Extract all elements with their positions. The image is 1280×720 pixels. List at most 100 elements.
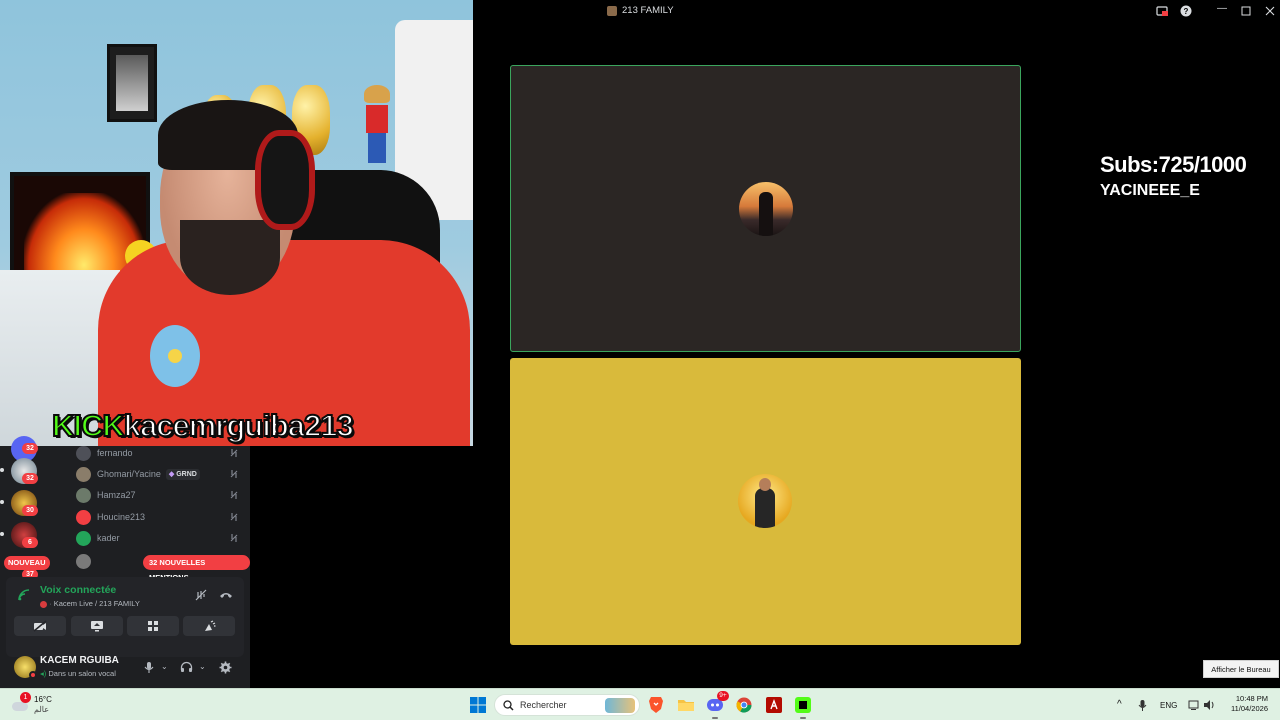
svg-text:?: ? <box>1184 7 1189 16</box>
kick-app[interactable] <box>793 695 813 719</box>
discord-avatar-icon <box>76 530 91 546</box>
avatar <box>76 553 91 569</box>
member-name: Houcine213 <box>97 512 146 522</box>
voice-member[interactable] <box>76 551 238 571</box>
weather-widget[interactable]: 1 16°C عالم <box>10 692 52 716</box>
weather-icon: 1 <box>10 692 32 716</box>
maximize-icon[interactable] <box>1240 5 1252 17</box>
participant-tile[interactable] <box>510 358 1021 645</box>
participant-avatar <box>739 182 793 236</box>
notification-badge: 1 <box>20 692 31 703</box>
gear-icon[interactable] <box>219 661 232 674</box>
start-button[interactable] <box>468 695 488 715</box>
deafened-icon <box>230 470 238 478</box>
voice-member-list: fernando Ghomari/Yacine ◆ GRND Hamza27 H… <box>48 443 250 582</box>
voice-member[interactable]: Hamza27 <box>76 485 238 505</box>
server-icon <box>607 5 617 16</box>
subs-counter: Subs:725/1000 <box>1100 152 1247 177</box>
chevron-down-icon[interactable]: ⌄ <box>161 662 168 671</box>
search-highlight-image <box>605 698 635 713</box>
unread-indicator <box>0 500 4 504</box>
member-name: kader <box>97 533 120 543</box>
kick-logo-text: KICK <box>51 407 126 444</box>
streamer-beard <box>180 220 280 295</box>
network-icon[interactable] <box>1188 699 1200 711</box>
volume-icon[interactable] <box>1203 699 1215 711</box>
adobe-app[interactable] <box>764 695 784 715</box>
soundboard-icon <box>204 619 215 631</box>
microphone-icon[interactable] <box>1138 699 1147 712</box>
headphones <box>255 130 315 230</box>
avatar <box>76 445 91 461</box>
deafened-icon <box>230 534 238 542</box>
microphone-icon[interactable] <box>144 661 154 674</box>
overlay-username: YACINEEE_E <box>1100 182 1200 199</box>
voice-icon: ◂) <box>40 669 47 678</box>
member-tag: ◆ GRND <box>165 468 200 480</box>
running-indicator <box>712 717 718 719</box>
search-icon <box>503 699 514 711</box>
participant-tile-speaking[interactable] <box>510 65 1021 352</box>
noise-suppression-icon[interactable] <box>194 588 208 602</box>
file-explorer-app[interactable] <box>676 695 696 715</box>
unread-indicator <box>0 532 4 536</box>
new-badge[interactable]: NOUVEAU <box>4 556 50 570</box>
chevron-up-icon[interactable]: ^ <box>1117 699 1122 710</box>
screen-share-icon <box>91 621 103 632</box>
clock[interactable]: 10:48 PM 11/04/2026 <box>1222 694 1268 714</box>
running-indicator <box>800 717 806 719</box>
windows-taskbar: 1 16°C عالم Rechercher 9+ ^ ENG 10:48 PM… <box>0 688 1280 720</box>
kick-icon <box>795 697 811 713</box>
kick-username: kacemrguiba213 <box>123 407 355 444</box>
taskbar-search[interactable]: Rechercher <box>494 694 640 716</box>
discord-app[interactable]: 9+ <box>705 691 729 719</box>
voice-channel-link[interactable]: · Kacem Live / 213 FAMILY <box>40 599 140 608</box>
voice-member[interactable]: Ghomari/Yacine ◆ GRND <box>76 464 238 484</box>
voice-member[interactable]: fernando <box>76 443 238 463</box>
language-indicator[interactable]: ENG <box>1160 701 1177 710</box>
new-mentions-pill[interactable]: 32 NOUVELLES MENTIONS <box>143 555 250 582</box>
subs-overlay: Subs:725/1000 YACINEEE_E <box>1100 152 1247 200</box>
voice-call-window: 213 FAMILY ? — Subs:725/1000 YACINEEE_E … <box>473 0 1280 688</box>
voice-connected-panel: Voix connectée · Kacem Live / 213 FAMILY <box>6 577 244 657</box>
discord-sidebar: 32 32 30 6 NOUVEAU 37 fernando Ghomari/Y… <box>0 436 250 688</box>
shirt-logo <box>150 325 200 387</box>
member-name: Hamza27 <box>97 490 136 500</box>
voice-member[interactable]: kader <box>76 528 238 548</box>
notification-badge: 9+ <box>717 691 729 701</box>
voice-status: Voix connectée <box>40 584 117 596</box>
screen: KICK kacemrguiba213 32 32 30 6 NOUVEAU 3… <box>0 0 1280 720</box>
close-icon[interactable] <box>1264 5 1276 17</box>
help-icon[interactable]: ? <box>1180 5 1192 17</box>
signal-icon <box>18 589 30 601</box>
camera-off-button[interactable] <box>14 616 66 636</box>
chevron-down-icon[interactable]: ⌄ <box>199 662 206 671</box>
inbox-icon[interactable] <box>1156 5 1168 17</box>
username[interactable]: KACEM RGUIBA <box>40 655 119 666</box>
deafened-icon <box>230 449 238 457</box>
server-badge: 30 <box>22 505 38 516</box>
disconnect-icon[interactable] <box>219 589 233 601</box>
chrome-icon <box>736 697 752 713</box>
member-name: Ghomari/Yacine <box>97 469 161 479</box>
server-badge: 6 <box>22 537 38 548</box>
user-status: ◂) Dans un salon vocal <box>40 669 116 678</box>
deafened-icon <box>230 513 238 521</box>
voice-member[interactable]: Houcine213 <box>76 507 238 527</box>
avatar <box>76 487 91 503</box>
show-desktop-tooltip: Afficher le Bureau <box>1203 660 1279 678</box>
clock-date: 11/04/2026 <box>1231 704 1268 713</box>
activities-button[interactable] <box>127 616 179 636</box>
headphones-icon[interactable] <box>180 661 193 673</box>
kick-banner: KICK kacemrguiba213 <box>51 407 355 444</box>
chrome-app[interactable] <box>734 695 754 715</box>
soundboard-button[interactable] <box>183 616 235 636</box>
deafened-icon <box>230 491 238 499</box>
minimize-icon[interactable]: — <box>1217 3 1229 15</box>
figurine <box>362 85 392 175</box>
member-name: fernando <box>97 448 133 458</box>
brave-app[interactable] <box>646 695 666 715</box>
screen-share-button[interactable] <box>71 616 123 636</box>
user-panel: KACEM RGUIBA ◂) Dans un salon vocal ⌄ ⌄ <box>6 649 244 687</box>
server-badge: 32 <box>22 473 38 484</box>
